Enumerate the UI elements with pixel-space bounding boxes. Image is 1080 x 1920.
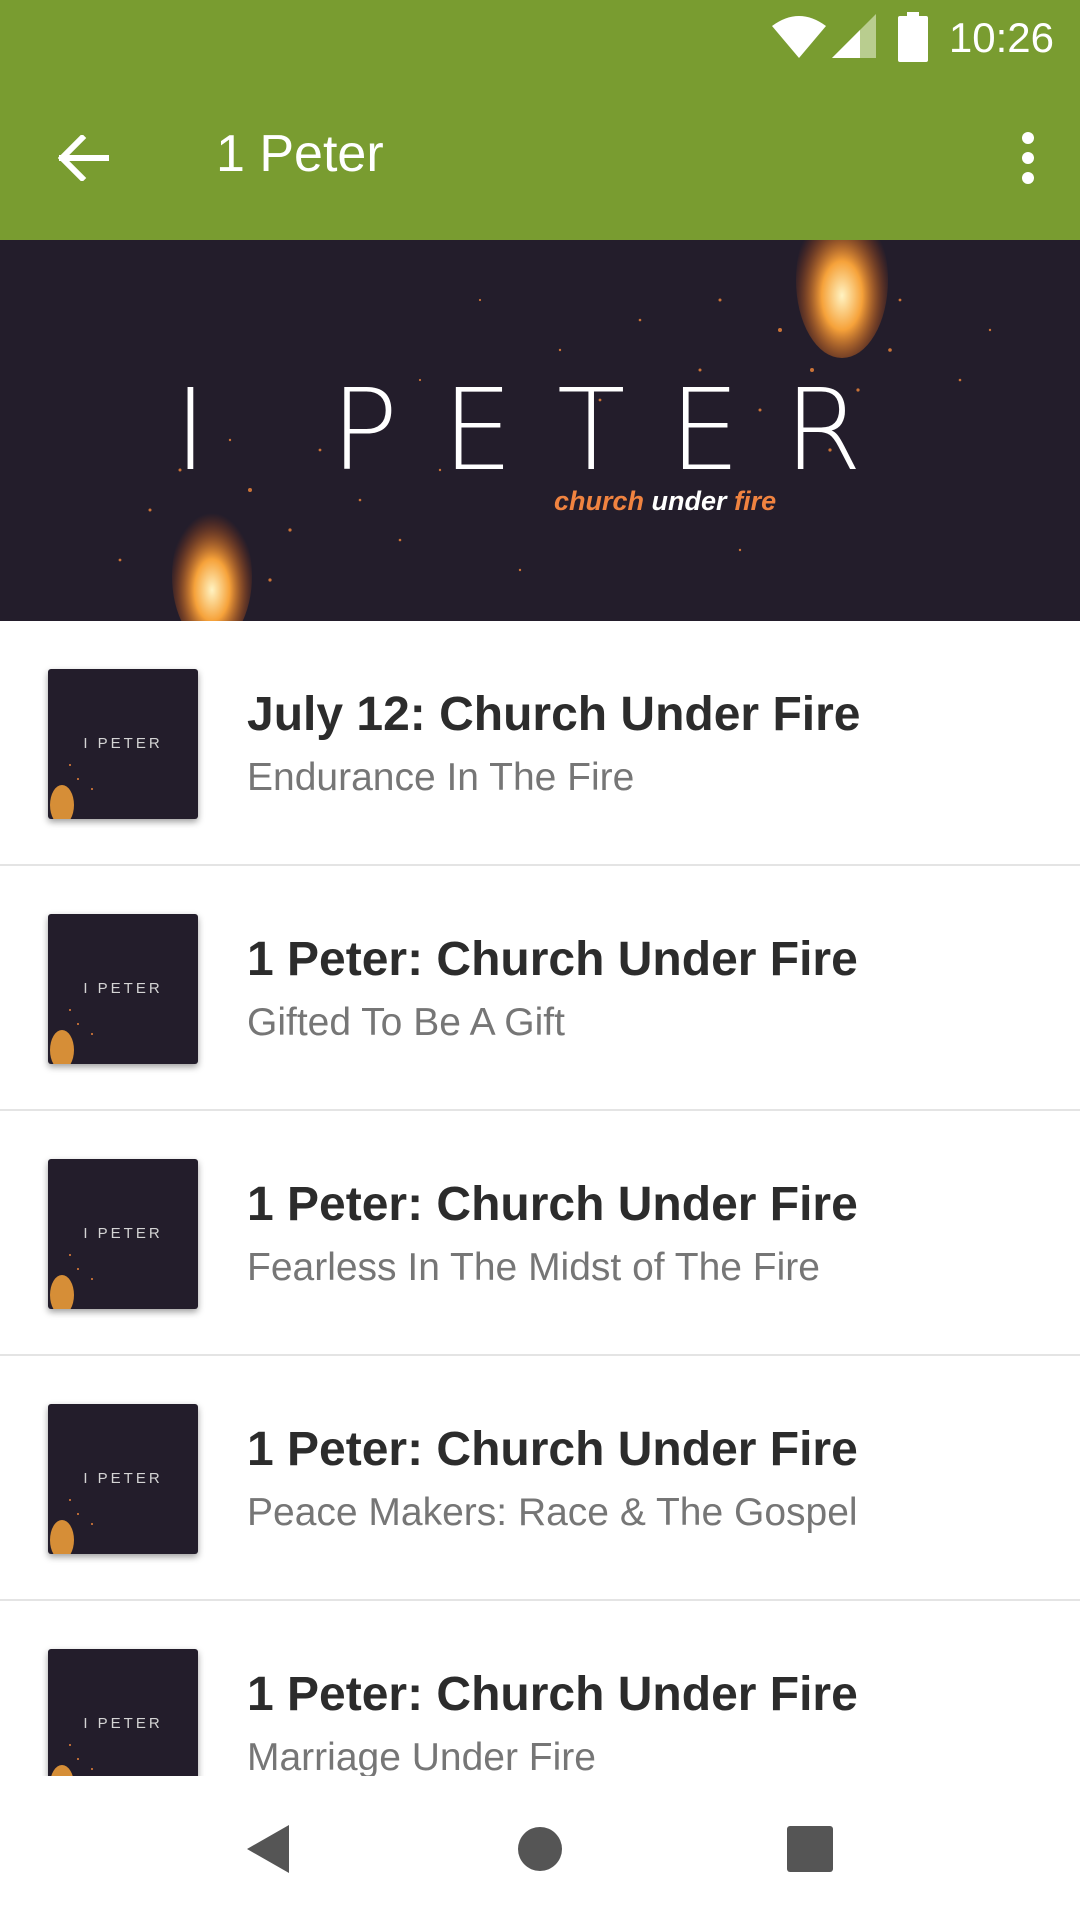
nav-recents-icon	[787, 1826, 833, 1872]
list-item[interactable]: I PETER 1 Peter: Church Under Fire Fearl…	[0, 1111, 1080, 1356]
arrow-back-icon	[58, 135, 109, 181]
thumbnail-label: I PETER	[83, 980, 163, 997]
status-time: 10:26	[948, 14, 1054, 61]
series-banner: I PETER church under fire	[0, 240, 1080, 621]
sermon-thumbnail: I PETER	[48, 1649, 198, 1776]
banner-subtitle-church: church	[554, 486, 645, 516]
fire-thumbnail-art	[51, 1744, 93, 1776]
sermon-subtitle: Marriage Under Fire	[247, 1736, 596, 1776]
thumbnail-label: I PETER	[83, 1715, 163, 1732]
nav-home-button[interactable]	[500, 1814, 580, 1884]
sermon-thumbnail: I PETER	[48, 669, 198, 819]
list-item[interactable]: I PETER 1 Peter: Church Under Fire Marri…	[0, 1601, 1080, 1776]
list-item[interactable]: I PETER 1 Peter: Church Under Fire Gifte…	[0, 866, 1080, 1111]
app-bar: 10:26 1 Peter	[0, 0, 1080, 240]
wifi-icon	[772, 16, 826, 58]
more-vert-icon	[1022, 132, 1034, 184]
sermon-thumbnail: I PETER	[48, 914, 198, 1064]
nav-back-icon	[247, 1825, 289, 1873]
back-button[interactable]	[34, 118, 134, 198]
sermon-title: 1 Peter: Church Under Fire	[247, 1178, 858, 1231]
banner-title: I PETER	[174, 366, 906, 496]
sermon-title: 1 Peter: Church Under Fire	[247, 1668, 858, 1721]
sermon-title: 1 Peter: Church Under Fire	[247, 1423, 858, 1476]
toolbar-title: 1 Peter	[216, 125, 384, 183]
thumbnail-label: I PETER	[83, 1225, 163, 1242]
sermon-title: 1 Peter: Church Under Fire	[247, 933, 858, 986]
sermon-thumbnail: I PETER	[48, 1159, 198, 1309]
banner-subtitle-fire: fire	[734, 486, 777, 516]
banner-subtitle-under: under	[651, 486, 727, 516]
sermon-title: July 12: Church Under Fire	[247, 688, 861, 741]
sermon-subtitle: Peace Makers: Race & The Gospel	[247, 1491, 858, 1534]
sermon-subtitle: Gifted To Be A Gift	[247, 1001, 565, 1044]
status-bar: 10:26	[0, 0, 1080, 78]
nav-home-icon	[518, 1827, 562, 1871]
nav-recents-button[interactable]	[770, 1814, 850, 1884]
list-item[interactable]: I PETER July 12: Church Under Fire Endur…	[0, 621, 1080, 866]
list-item[interactable]: I PETER 1 Peter: Church Under Fire Peace…	[0, 1356, 1080, 1601]
signal-icon	[832, 14, 876, 58]
sermon-subtitle: Fearless In The Midst of The Fire	[247, 1246, 820, 1289]
thumbnail-label: I PETER	[83, 1470, 163, 1487]
toolbar: 1 Peter	[0, 78, 1080, 240]
nav-back-button[interactable]	[228, 1814, 308, 1884]
thumbnail-label: I PETER	[83, 735, 163, 752]
sermon-thumbnail: I PETER	[48, 1404, 198, 1554]
overflow-menu-button[interactable]	[988, 118, 1068, 198]
banner-subtitle: church under fire	[554, 486, 776, 517]
sermon-list: I PETER July 12: Church Under Fire Endur…	[0, 621, 1080, 1776]
system-nav-bar	[0, 1776, 1080, 1920]
battery-icon	[898, 12, 928, 62]
sermon-subtitle: Endurance In The Fire	[247, 756, 635, 799]
